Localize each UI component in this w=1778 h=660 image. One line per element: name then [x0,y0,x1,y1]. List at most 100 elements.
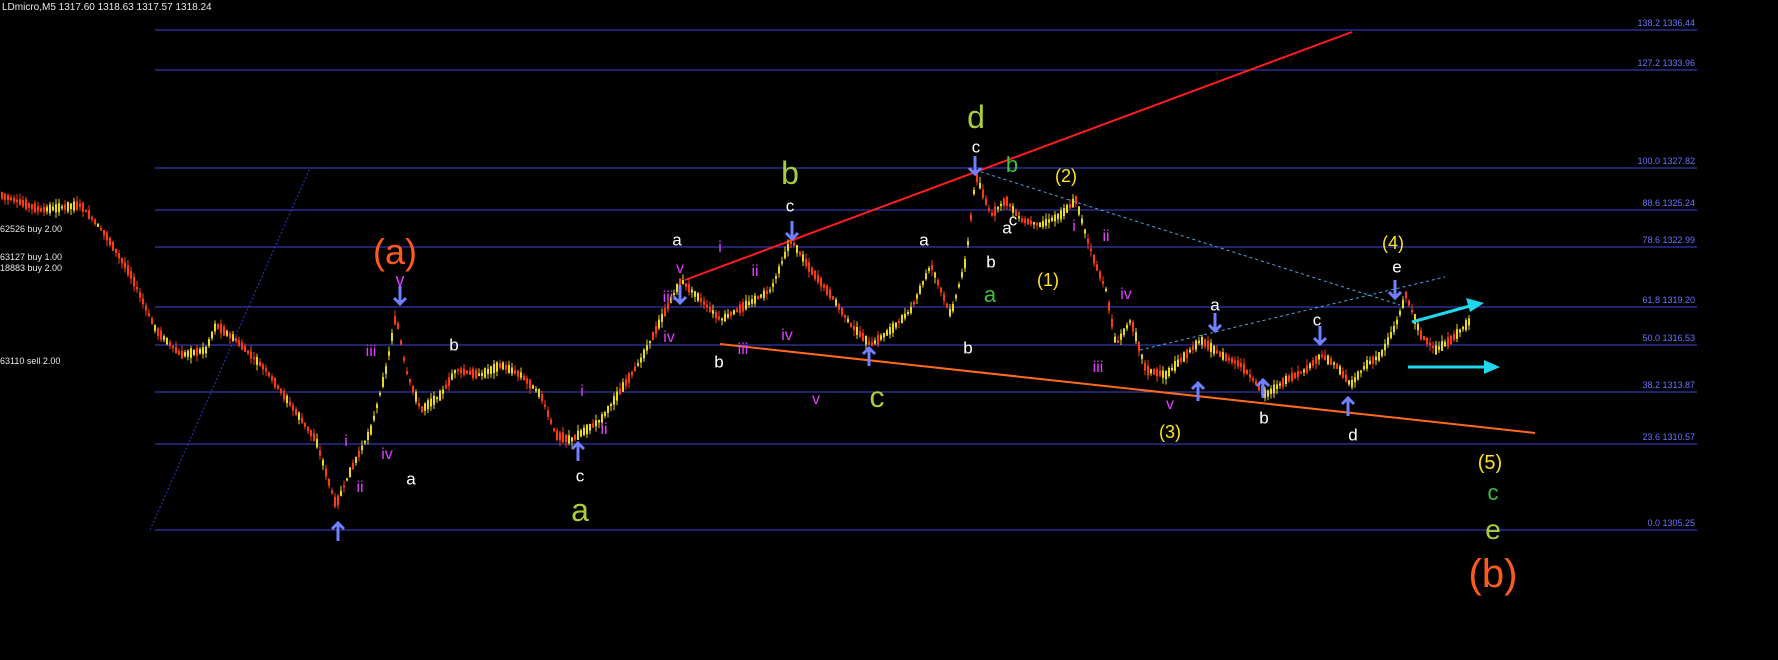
candle-body [100,227,102,231]
wave-label: a [1002,218,1012,238]
candle-body [1051,217,1053,222]
candle-body [61,206,63,209]
candle-body [820,278,822,287]
candle-body [1417,323,1419,331]
candle-body [337,495,339,506]
candle-body [310,429,312,437]
candle-body [577,430,579,440]
trade-label[interactable]: 63110 sell 2.00 [0,356,60,366]
candle-body [1150,369,1152,374]
candle-body [1447,337,1449,347]
candle-body [256,356,258,366]
candle-body [739,304,741,314]
candle-body [205,346,207,354]
wave-label: a [672,230,682,250]
candle-body [637,363,639,366]
candle-body [538,388,540,398]
trade-label[interactable]: 62526 buy 2.00 [0,224,62,234]
candle-body [706,304,708,308]
candle-body [25,199,27,210]
wave-label: ii [751,263,759,280]
candle-body [325,468,327,477]
fib-label-100.0: 100.0 1327.82 [1637,156,1695,166]
trade-label[interactable]: 63127 buy 1.00 [0,252,62,262]
candle-body [475,369,477,379]
candle-body [1087,238,1089,244]
candle-body [901,314,903,324]
candle-body [52,206,54,211]
candle-body [1018,216,1020,219]
candle-body [1297,370,1299,378]
candle-body [1351,379,1353,388]
candle-body [988,208,990,212]
candle-body [625,379,627,386]
candle-body [850,323,852,327]
candle-body [1246,369,1248,375]
candle-body [727,314,729,318]
candle-body [1348,380,1350,385]
candle-body [1117,340,1119,343]
candle-body [1405,291,1407,299]
candle-body [742,302,744,312]
candle-body [178,351,180,355]
candle-body [1330,358,1332,366]
trade-label[interactable]: 18883 buy 2.00 [0,263,62,273]
wave-label: a [571,492,589,528]
candle-body [964,258,966,269]
candle-body [619,388,621,395]
candle-body [574,434,576,440]
candle-body [1309,363,1311,369]
candle-body [808,262,810,272]
candle-body [973,189,975,195]
candle-body [958,284,960,288]
candle-body [844,314,846,318]
candle-body [94,219,96,225]
candle-body [127,265,129,276]
candle-body [451,373,453,380]
wave-label: ii [600,421,608,438]
candle-body [697,292,699,302]
fib-label-61.8: 61.8 1319.20 [1642,295,1695,305]
wave-label: e [1485,514,1501,545]
wave-label: c [575,466,585,486]
candle-body [196,347,198,356]
candle-body [1327,355,1329,365]
candle-body [124,262,126,269]
candle-body [250,351,252,359]
candle-body [784,251,786,259]
candle-body [661,314,663,322]
candle-body [385,366,387,374]
candle-body [286,395,288,404]
candle-body [676,283,678,293]
candle-body [370,425,372,435]
wave-label: c [869,381,885,414]
candle-body [979,182,981,189]
candle-body [1393,325,1395,333]
candle-body [214,323,216,332]
candle-body [1108,302,1110,311]
lower-channel-line[interactable] [719,343,1536,434]
candle-body [985,198,987,205]
candle-body [817,275,819,283]
candle-body [334,496,336,507]
candle-body [751,299,753,304]
candle-body [166,337,168,345]
wave-label: b [449,335,459,355]
candle-body [103,229,105,236]
candle-body [1156,369,1158,377]
candle-body [583,427,585,435]
candle-body [43,206,45,213]
candle-body [76,201,78,210]
candle-body [484,368,486,378]
candle-body [1057,213,1059,220]
candle-body [1252,378,1254,381]
candle-body [592,423,594,428]
candle-body [781,261,783,264]
candle-body [904,313,906,319]
candle-body [994,206,996,216]
wave-arrow-down [672,285,688,306]
candle-body [1291,372,1293,382]
candle-body [202,347,204,355]
candle-body [565,434,567,443]
candle-body [304,422,306,427]
